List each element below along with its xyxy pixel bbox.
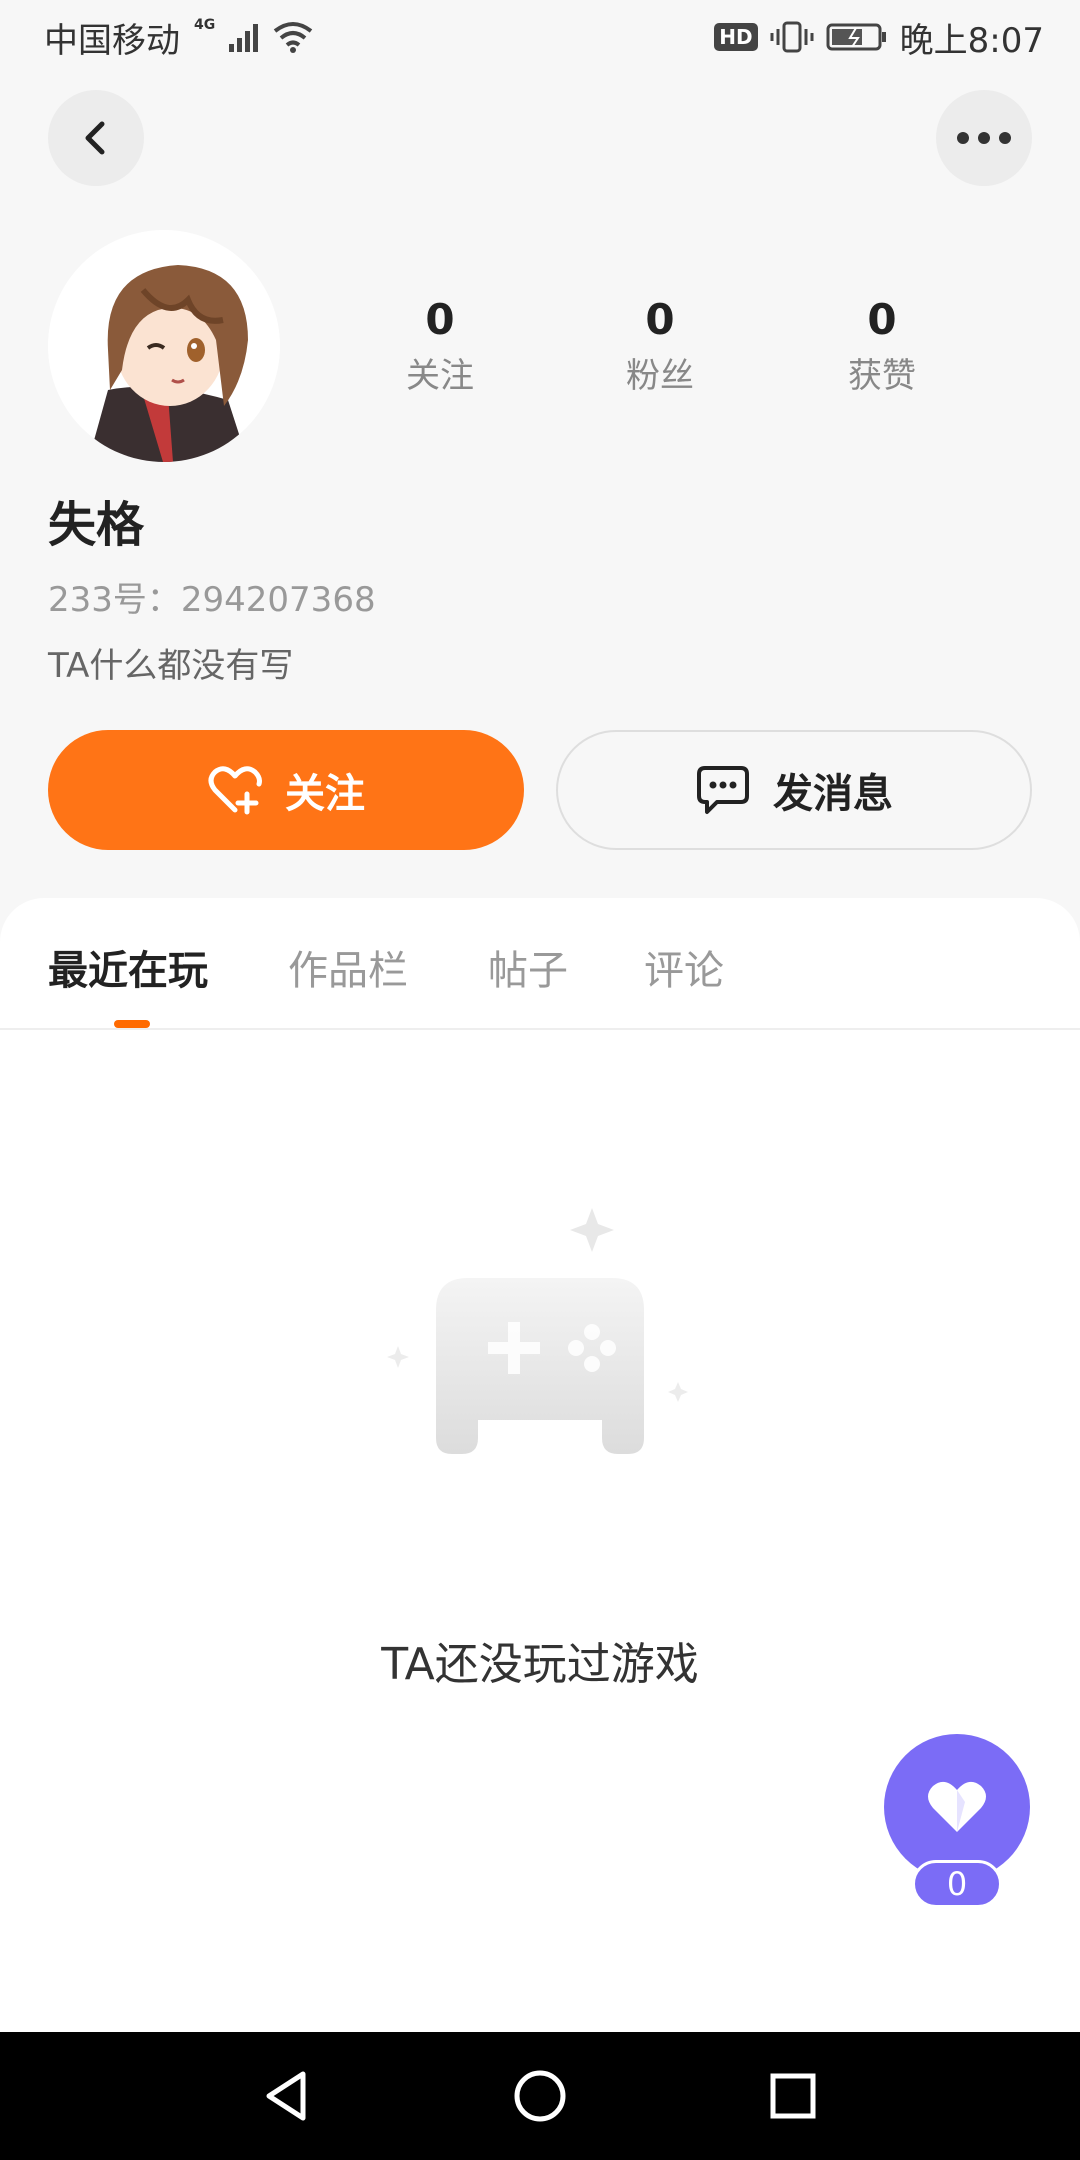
stat-likes[interactable]: 0 获赞: [802, 290, 962, 402]
stat-fans[interactable]: 0 粉丝: [580, 290, 740, 402]
tab-posts[interactable]: 帖子: [488, 938, 568, 996]
follow-button[interactable]: 关注: [48, 730, 524, 850]
clock: 晚上8:07: [899, 20, 1044, 61]
nav-home-button[interactable]: [500, 2056, 580, 2136]
battery-icon: [826, 23, 886, 51]
nav-back-button[interactable]: [247, 2056, 327, 2136]
user-bio: TA什么都没有写: [48, 646, 294, 686]
username: 失格: [48, 497, 145, 553]
stat-following[interactable]: 0 关注: [360, 290, 520, 402]
profile-page: 中国移动 4G HD 晚上8:07 0 关注 0 粉丝 0 获赞 失格 233号…: [0, 0, 1080, 2160]
status-bar: 中国移动 4G HD 晚上8:07: [0, 0, 1080, 74]
tab-recent-games[interactable]: 最近在玩: [48, 938, 208, 996]
network-type: 4G: [194, 17, 216, 33]
tab-works[interactable]: 作品栏: [288, 938, 408, 996]
fans-count: 0: [645, 295, 675, 344]
chevron-left-icon: [85, 121, 105, 155]
following-count: 0: [425, 295, 455, 344]
message-button[interactable]: 发消息: [556, 730, 1032, 850]
gamepad-empty-icon: [387, 1208, 688, 1454]
message-label: 发消息: [773, 771, 893, 817]
system-nav-bar: [0, 2032, 1080, 2160]
likes-label: 获赞: [848, 356, 916, 396]
wifi-icon: [274, 22, 313, 53]
avatar[interactable]: [48, 230, 280, 462]
vibrate-icon: [770, 21, 814, 53]
fans-label: 粉丝: [626, 356, 694, 396]
carrier-name: 中国移动: [44, 20, 180, 61]
signal-icon: [229, 24, 259, 52]
following-label: 关注: [406, 356, 474, 396]
chat-icon: [697, 766, 749, 814]
heart-plus-icon: [208, 766, 262, 815]
back-button[interactable]: [48, 90, 144, 186]
avatar-image: [48, 230, 280, 462]
tab-indicator: [114, 1020, 150, 1028]
nav-recents-button[interactable]: [753, 2056, 833, 2136]
tab-bar: 最近在玩 作品栏 帖子 评论: [0, 898, 1080, 1030]
more-dots-icon: [957, 132, 1011, 144]
circle-home-icon: [514, 2070, 566, 2122]
user-id: 233号：294207368: [48, 580, 376, 620]
heart-icon: [928, 1781, 986, 1832]
hd-badge: HD: [714, 23, 758, 51]
square-recents-icon: [770, 2073, 816, 2119]
triangle-back-icon: [266, 2071, 306, 2121]
empty-state-text: TA还没玩过游戏: [381, 1639, 699, 1690]
follow-label: 关注: [285, 771, 365, 817]
like-count-badge: 0: [912, 1860, 1002, 1908]
more-button[interactable]: [936, 90, 1032, 186]
like-fab[interactable]: [884, 1734, 1030, 1880]
tab-comments[interactable]: 评论: [644, 938, 724, 996]
likes-count: 0: [867, 295, 897, 344]
